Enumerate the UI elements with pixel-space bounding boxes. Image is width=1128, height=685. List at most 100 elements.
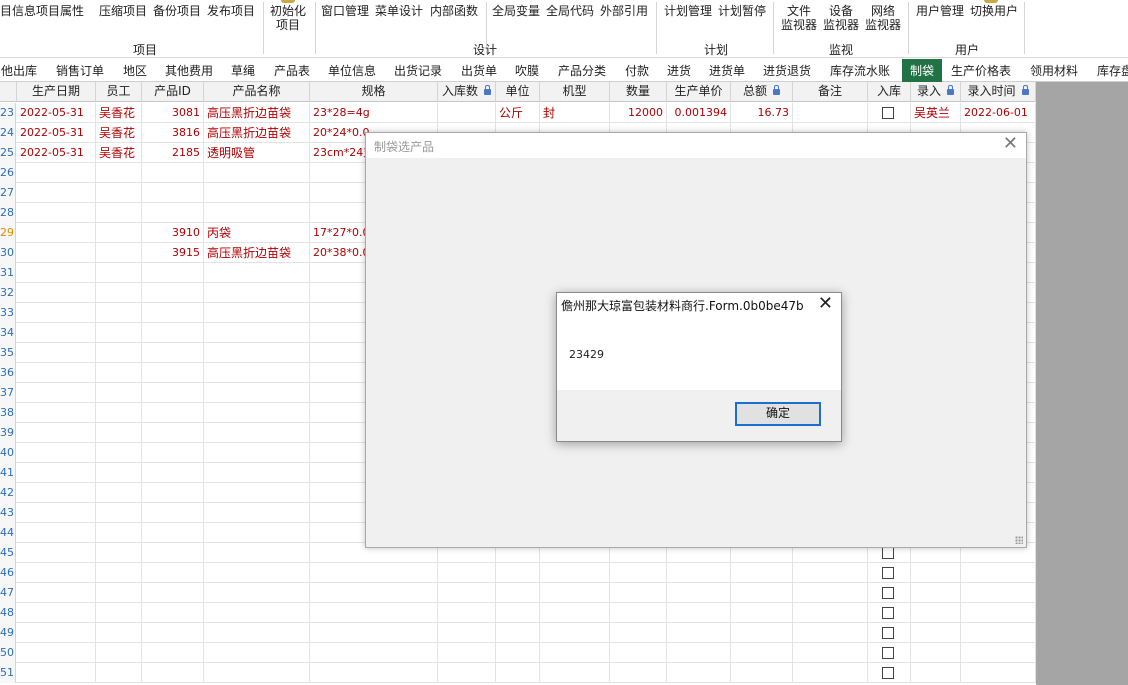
table-row[interactable]: 46: [0, 563, 1036, 583]
cell-spec[interactable]: [310, 623, 438, 643]
cell-date[interactable]: [17, 343, 96, 363]
cell-date[interactable]: [17, 223, 96, 243]
cell-staff[interactable]: [96, 263, 142, 283]
cell-date[interactable]: [17, 323, 96, 343]
cell-product-id[interactable]: 3910: [142, 223, 204, 243]
cell-entered-by[interactable]: [911, 663, 961, 683]
cell-staff[interactable]: [96, 523, 142, 543]
cell-staff[interactable]: [96, 563, 142, 583]
cell-stocked[interactable]: [868, 583, 911, 603]
cell-product-id[interactable]: [142, 483, 204, 503]
tab-other-outbound[interactable]: 他出库: [1, 62, 37, 79]
cell-product-name[interactable]: 透明吸管: [204, 143, 310, 163]
cell-stocked[interactable]: [868, 663, 911, 683]
tab-payment[interactable]: 付款: [625, 62, 649, 79]
row-number[interactable]: 39: [0, 423, 16, 443]
cell-entered-by[interactable]: [911, 623, 961, 643]
column-header-notes[interactable]: 备注: [793, 82, 868, 102]
cell-product-name[interactable]: [204, 423, 310, 443]
cell-date[interactable]: [17, 663, 96, 683]
table-row[interactable]: 51: [0, 663, 1036, 683]
tab-sales-order[interactable]: 销售订单: [56, 62, 104, 79]
cell-entry-time[interactable]: [961, 643, 1036, 663]
cell-product-id[interactable]: 3081: [142, 103, 204, 123]
cell-staff[interactable]: [96, 463, 142, 483]
row-number[interactable]: 48: [0, 603, 16, 623]
cell-date[interactable]: 2022-05-31: [17, 103, 96, 123]
cell-staff[interactable]: [96, 283, 142, 303]
cell-date[interactable]: [17, 403, 96, 423]
cell-date[interactable]: [17, 203, 96, 223]
cell-product-id[interactable]: [142, 363, 204, 383]
cell-product-name[interactable]: 高压黑折边苗袋: [204, 123, 310, 143]
cell-spec[interactable]: [310, 583, 438, 603]
stocked-checkbox[interactable]: [882, 567, 894, 579]
cell-total[interactable]: [731, 563, 793, 583]
cell-product-id[interactable]: 2185: [142, 143, 204, 163]
cell-notes[interactable]: [793, 563, 868, 583]
cell-date[interactable]: 2022-05-31: [17, 123, 96, 143]
cell-stock-in-qty[interactable]: [438, 103, 496, 123]
backup-project-button[interactable]: 备份项目: [153, 4, 201, 18]
cell-staff[interactable]: [96, 583, 142, 603]
cell-spec[interactable]: 23*28=4g: [310, 103, 438, 123]
cell-product-name[interactable]: 高压黑折边苗袋: [204, 103, 310, 123]
cell-entry-time[interactable]: [961, 663, 1036, 683]
cell-quantity[interactable]: [610, 583, 667, 603]
cell-stocked[interactable]: [868, 643, 911, 663]
cell-notes[interactable]: [793, 643, 868, 663]
row-number[interactable]: 49: [0, 623, 16, 643]
cell-product-name[interactable]: [204, 403, 310, 423]
cell-product-name[interactable]: [204, 623, 310, 643]
switch-user-button[interactable]: 切换用户: [970, 4, 1018, 18]
cell-product-id[interactable]: [142, 303, 204, 323]
cell-product-name[interactable]: [204, 323, 310, 343]
close-icon[interactable]: ✕: [818, 294, 833, 314]
cell-date[interactable]: [17, 463, 96, 483]
cell-product-id[interactable]: [142, 283, 204, 303]
cell-staff[interactable]: [96, 343, 142, 363]
table-row[interactable]: 23 2022-05-31 吴香花 3081 高压黑折边苗袋 23*28=4g 公斤封 120…: [0, 103, 1036, 123]
cell-product-name[interactable]: [204, 483, 310, 503]
cell-product-id[interactable]: [142, 463, 204, 483]
cell-product-id[interactable]: [142, 583, 204, 603]
cell-staff[interactable]: [96, 383, 142, 403]
cell-product-id[interactable]: [142, 663, 204, 683]
tab-other-fees[interactable]: 其他费用: [165, 62, 213, 79]
row-number[interactable]: 31: [0, 263, 16, 283]
tab-straw-rope[interactable]: 草绳: [231, 62, 255, 79]
cell-total[interactable]: [731, 663, 793, 683]
compress-project-button[interactable]: 压缩项目: [99, 4, 147, 18]
cell-unit-price[interactable]: [667, 623, 731, 643]
cell-product-id[interactable]: [142, 563, 204, 583]
column-header-stocked[interactable]: 入库: [868, 82, 911, 102]
cell-unit[interactable]: 公斤: [496, 103, 540, 123]
tab-unit-info[interactable]: 单位信息: [328, 62, 376, 79]
row-number[interactable]: 43: [0, 503, 16, 523]
cell-stocked[interactable]: [868, 603, 911, 623]
cell-entry-time[interactable]: [961, 583, 1036, 603]
stocked-checkbox[interactable]: [882, 607, 894, 619]
cell-stocked[interactable]: [868, 623, 911, 643]
cell-entered-by[interactable]: [911, 583, 961, 603]
table-row[interactable]: 47: [0, 583, 1036, 603]
stocked-checkbox[interactable]: [882, 667, 894, 679]
cell-product-id[interactable]: [142, 443, 204, 463]
cell-product-name[interactable]: 高压黑折边苗袋: [204, 243, 310, 263]
cell-product-name[interactable]: [204, 663, 310, 683]
cell-notes[interactable]: [793, 103, 868, 123]
cell-product-id[interactable]: [142, 543, 204, 563]
table-row[interactable]: 49: [0, 623, 1036, 643]
cell-unit[interactable]: [496, 663, 540, 683]
network-monitor-button[interactable]: 网络 监视器: [865, 4, 901, 32]
column-header-unit-price[interactable]: 生产单价: [667, 82, 731, 102]
stocked-checkbox[interactable]: [882, 107, 894, 119]
row-number[interactable]: 32: [0, 283, 16, 303]
cell-product-name[interactable]: [204, 503, 310, 523]
cell-date[interactable]: [17, 643, 96, 663]
row-number[interactable]: 36: [0, 363, 16, 383]
cell-model[interactable]: [540, 563, 610, 583]
cell-quantity[interactable]: [610, 623, 667, 643]
cell-stocked[interactable]: [868, 103, 911, 123]
row-number[interactable]: 41: [0, 463, 16, 483]
